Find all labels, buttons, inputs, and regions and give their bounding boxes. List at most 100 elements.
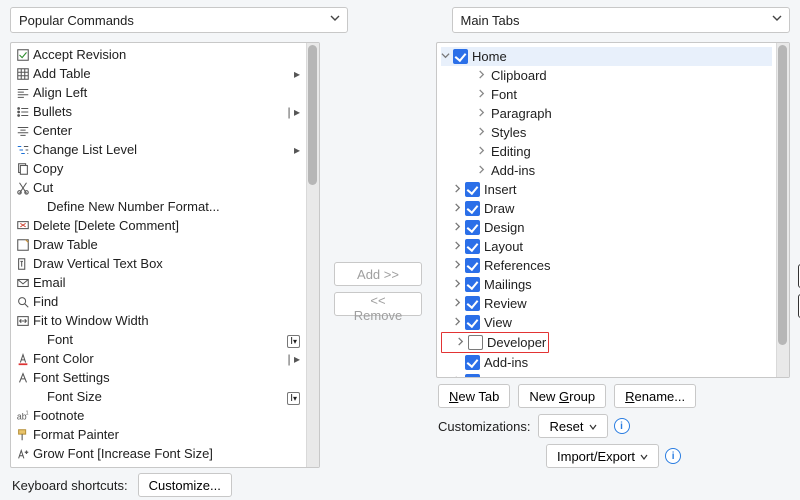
command-item[interactable]: Insert Comment (11, 463, 306, 467)
command-item[interactable]: Cut (11, 178, 306, 197)
scrollbar[interactable] (776, 43, 789, 377)
command-item[interactable]: Accept Revision (11, 45, 306, 64)
command-item[interactable]: Font SizeI▾ (11, 387, 306, 406)
split-submenu-icon: | ▸ (288, 352, 300, 366)
command-item[interactable]: Email (11, 273, 306, 292)
tree-item-label: Draw (482, 201, 514, 216)
tree-item[interactable]: Review (441, 294, 772, 313)
checkbox[interactable] (453, 49, 468, 64)
chevron-right-icon[interactable] (453, 203, 463, 215)
checkbox[interactable] (465, 258, 480, 273)
import-export-button[interactable]: Import/Export (546, 444, 659, 468)
tree-subitem[interactable]: Paragraph (477, 104, 772, 123)
tree-item[interactable]: Developer (444, 333, 546, 352)
tree-subitem[interactable]: Add-ins (477, 161, 772, 180)
chevron-right-icon[interactable] (456, 337, 466, 349)
rename-button[interactable]: Rename... (614, 384, 696, 408)
tree-item-label: Insert (482, 182, 517, 197)
command-item[interactable]: Fit to Window Width (11, 311, 306, 330)
chevron-right-icon[interactable] (477, 70, 487, 82)
tree-subitem[interactable]: Editing (477, 142, 772, 161)
chevron-right-icon[interactable] (453, 184, 463, 196)
checkbox[interactable] (465, 182, 480, 197)
command-item[interactable]: Change List Level▸ (11, 140, 306, 159)
checkbox[interactable] (465, 315, 480, 330)
align-left-icon (15, 85, 31, 101)
tree-subitem[interactable]: Styles (477, 123, 772, 142)
checkbox[interactable] (465, 239, 480, 254)
chevron-right-icon[interactable] (477, 165, 487, 177)
command-label: Draw Table (33, 237, 300, 252)
scrollbar-thumb[interactable] (308, 45, 317, 185)
command-item[interactable]: Draw Table (11, 235, 306, 254)
tree-subitem[interactable]: Clipboard (477, 66, 772, 85)
blank-icon (15, 389, 31, 405)
tree-item[interactable]: Design (441, 218, 772, 237)
remove-button[interactable]: << Remove (334, 292, 422, 316)
commands-listbox[interactable]: Accept RevisionAdd Table▸Align LeftBulle… (10, 42, 320, 468)
command-item[interactable]: Bullets | ▸ (11, 102, 306, 121)
new-group-button[interactable]: New Group (518, 384, 606, 408)
chevron-right-icon[interactable] (477, 146, 487, 158)
chevron-right-icon[interactable] (477, 108, 487, 120)
tree-item-label: Layout (482, 239, 523, 254)
tree-item[interactable]: Add-ins (441, 353, 772, 372)
command-item[interactable]: Delete [Delete Comment] (11, 216, 306, 235)
checkbox[interactable] (465, 220, 480, 235)
command-item[interactable]: Add Table▸ (11, 64, 306, 83)
chevron-right-icon[interactable] (477, 127, 487, 139)
checkbox[interactable] (465, 374, 480, 377)
scrollbar[interactable] (306, 43, 319, 467)
command-item[interactable]: Center (11, 121, 306, 140)
command-item[interactable]: Find (11, 292, 306, 311)
tree-item[interactable]: Insert (441, 180, 772, 199)
chevron-down-icon[interactable] (441, 51, 451, 63)
command-item[interactable]: Font Color | ▸ (11, 349, 306, 368)
checkbox[interactable] (465, 201, 480, 216)
tree-subitem[interactable]: Font (477, 85, 772, 104)
scrollbar-thumb[interactable] (778, 45, 787, 345)
tabs-source-select[interactable]: Main Tabs (452, 7, 791, 33)
checkbox[interactable] (465, 296, 480, 311)
command-item[interactable]: Format Painter (11, 425, 306, 444)
command-item[interactable]: Font Settings (11, 368, 306, 387)
tree-item[interactable]: Agreements (441, 372, 772, 377)
commands-source-select[interactable]: Popular Commands (10, 7, 348, 33)
command-item[interactable]: Copy (11, 159, 306, 178)
tree-item[interactable]: Layout (441, 237, 772, 256)
checkbox[interactable] (465, 355, 480, 370)
reset-button[interactable]: Reset (538, 414, 607, 438)
tabs-tree[interactable]: HomeClipboardFontParagraphStylesEditingA… (436, 42, 790, 378)
fit-width-icon (15, 313, 31, 329)
command-item[interactable]: Define New Number Format... (11, 197, 306, 216)
chevron-right-icon[interactable] (453, 376, 463, 378)
command-item[interactable]: Align Left (11, 83, 306, 102)
copy-icon (15, 161, 31, 177)
checkbox[interactable] (468, 335, 483, 350)
chevron-right-icon[interactable] (453, 260, 463, 272)
format-painter-icon (15, 427, 31, 443)
command-item[interactable]: Grow Font [Increase Font Size] (11, 444, 306, 463)
chevron-right-icon[interactable] (453, 298, 463, 310)
checkbox[interactable] (465, 277, 480, 292)
dropdown-indicator-icon: I▾ (287, 332, 300, 347)
command-item[interactable]: ab1Footnote (11, 406, 306, 425)
tree-item[interactable]: View (441, 313, 772, 332)
tree-item[interactable]: References (441, 256, 772, 275)
tree-item-home[interactable]: Home (441, 47, 772, 66)
tree-subitem-label: Clipboard (489, 68, 547, 83)
chevron-right-icon[interactable] (453, 241, 463, 253)
chevron-right-icon[interactable] (477, 89, 487, 101)
customize-keyboard-button[interactable]: Customize... (138, 473, 232, 497)
chevron-right-icon[interactable] (453, 317, 463, 329)
tree-item[interactable]: Draw (441, 199, 772, 218)
chevron-right-icon[interactable] (453, 279, 463, 291)
add-button[interactable]: Add >> (334, 262, 422, 286)
command-label: Copy (33, 161, 300, 176)
command-item[interactable]: FontI▾ (11, 330, 306, 349)
tree-item[interactable]: Mailings (441, 275, 772, 294)
chevron-right-icon[interactable] (453, 222, 463, 234)
accept-revision-icon (15, 47, 31, 63)
new-tab-button[interactable]: New Tab (438, 384, 510, 408)
command-item[interactable]: Draw Vertical Text Box (11, 254, 306, 273)
